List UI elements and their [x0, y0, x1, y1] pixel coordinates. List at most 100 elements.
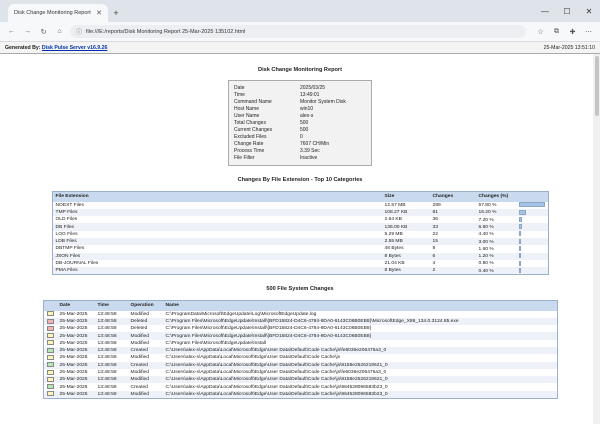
summary-key: File Filter: [234, 155, 255, 162]
tab-title: Disk Change Monitoring Report: [14, 10, 91, 16]
change-file-name: C:\Users\alex-s\AppData\Local\Microsoft\…: [162, 346, 557, 355]
percent-bar: [518, 253, 521, 259]
change-operation: Modified: [127, 390, 163, 399]
column-header[interactable]: Operation: [127, 300, 163, 311]
column-header[interactable]: Time: [94, 300, 128, 311]
product-link[interactable]: Disk Pulse Server v16.9.26: [42, 45, 107, 51]
extension-row: JSON Files 8 Bytes 6 1.20 %: [52, 252, 548, 260]
change-row[interactable]: 25-Mar-2025 13:48:58 Modified C:\Users\alex…: [43, 376, 557, 384]
maximize-icon[interactable]: ☐: [556, 0, 578, 22]
change-date: 25-Mar-2025: [59, 355, 88, 361]
operation-color-cell: [43, 346, 57, 355]
extension-percent: 16.20 %: [478, 210, 497, 216]
operation-color-cell: [43, 376, 57, 384]
extension-percent-cell: 6.60 %: [475, 223, 548, 231]
change-row[interactable]: 25-Mar-2025 13:48:58 Deleted C:\Program Fil…: [43, 325, 557, 332]
forward-icon[interactable]: →: [22, 26, 33, 37]
operation-swatch: [46, 325, 54, 331]
extension-name: TMP Files: [52, 208, 382, 217]
extension-name: DB Files: [52, 223, 382, 231]
change-row[interactable]: 25-Mar-2025 13:48:58 Created C:\Users\alex-…: [43, 383, 557, 390]
change-file-name: C:\ProgramData\Microsoft\EdgeUpdate\Log\…: [165, 311, 317, 317]
scrollbar-thumb[interactable]: [594, 56, 599, 116]
back-icon[interactable]: ←: [6, 26, 17, 37]
change-row[interactable]: 25-Mar-2025 13:48:58 Modified C:\ProgramDat…: [43, 311, 557, 318]
change-row[interactable]: 25-Mar-2025 13:48:58 Modified C:\Users\alex…: [43, 369, 557, 376]
column-header[interactable]: Changes: [429, 191, 476, 202]
file-icon: ⓘ: [76, 30, 83, 36]
change-row[interactable]: 25-Mar-2025 13:48:58 Modified C:\Program Fi…: [43, 332, 557, 340]
change-time: 13:48:58: [94, 361, 128, 369]
change-file-name: C:\Users\alex-s\AppData\Local\Microsoft\…: [165, 355, 341, 361]
change-row[interactable]: 25-Mar-2025 13:48:58 Modified C:\Users\alex…: [43, 390, 557, 399]
extension-row: LOG Files 5.29 MB 22 4.40 %: [52, 231, 548, 238]
browser-tab[interactable]: Disk Change Monitoring Report ✕: [8, 4, 108, 22]
column-header[interactable]: Changes (%): [475, 191, 548, 202]
extension-changes: 15: [429, 238, 476, 246]
extension-size: 108.27 KB: [381, 208, 430, 217]
operation-swatch: [46, 318, 54, 324]
change-operation: Deleted: [130, 326, 148, 332]
operation-swatch: [46, 311, 54, 317]
summary-key: Date: [234, 84, 245, 91]
change-row[interactable]: 25-Mar-2025 13:48:58 Deleted C:\Program Fil…: [43, 317, 557, 326]
report-header-bar: Generated By: Disk Pulse Server v16.9.26…: [0, 42, 600, 54]
navigation-bar: ← → ↻ ⌂ ⓘ file:///E:/reports/Disk Monito…: [0, 22, 600, 42]
extension-size: 5.29 MB: [384, 231, 403, 237]
change-date: 25-Mar-2025: [59, 384, 88, 390]
operation-swatch: [46, 347, 54, 353]
change-time: 13:48:58: [97, 384, 117, 390]
summary-row: Excluded Files 0: [234, 134, 366, 141]
window-controls: — ☐ ✕: [534, 0, 600, 22]
change-file-name: C:\Program Files\Microsoft\EdgeUpdate\In…: [165, 326, 372, 332]
change-row[interactable]: 25-Mar-2025 13:48:58 Modified C:\Users\alex…: [43, 354, 557, 361]
percent-bar: [518, 202, 545, 208]
column-header[interactable]: Date: [56, 300, 95, 311]
extension-percent-cell: 3.00 %: [475, 238, 548, 246]
menu-icon[interactable]: ⋯: [583, 26, 594, 37]
operation-color-cell: [43, 340, 57, 347]
home-icon[interactable]: ⌂: [54, 26, 65, 37]
change-row[interactable]: 25-Mar-2025 13:48:58 Modified C:\Program Fi…: [43, 340, 557, 347]
change-operation: Modified: [130, 370, 150, 376]
report-content: Disk Change Monitoring Report Date 2025/0…: [0, 54, 600, 424]
reload-icon[interactable]: ↻: [38, 26, 49, 37]
close-window-icon[interactable]: ✕: [578, 0, 600, 22]
percent-bar: [518, 224, 522, 230]
change-operation: Modified: [130, 311, 150, 317]
address-bar[interactable]: ⓘ file:///E:/reports/Disk Monitoring Rep…: [70, 25, 526, 38]
change-file-name: C:\Users\alex-s\AppData\Local\Microsoft\…: [162, 390, 557, 399]
minimize-icon[interactable]: —: [534, 0, 556, 22]
close-tab-icon[interactable]: ✕: [96, 9, 102, 17]
change-row[interactable]: 25-Mar-2025 13:48:58 Created C:\Users\alex-…: [43, 346, 557, 355]
summary-key: Current Changes: [234, 127, 273, 134]
changes-section-title: 500 File System Changes: [266, 286, 334, 292]
favorite-icon[interactable]: ☆: [535, 26, 546, 37]
column-header[interactable]: Name: [162, 300, 557, 311]
extension-percent: 57.80 %: [478, 203, 497, 209]
change-file-name: C:\Program Files\Microsoft\EdgeUpdate\In…: [165, 340, 267, 346]
column-header[interactable]: Size: [381, 191, 430, 202]
change-time: 13:48:58: [97, 311, 117, 317]
column-header[interactable]: File Extension: [52, 191, 382, 202]
summary-key: Command Name: [234, 98, 272, 105]
new-tab-button[interactable]: +: [108, 4, 124, 22]
change-time: 13:48:58: [97, 370, 117, 376]
percent-bar: [518, 267, 521, 273]
extension-table: File Extension Size Changes Changes (%) …: [51, 191, 549, 275]
collections-icon[interactable]: ⧉: [551, 26, 562, 37]
extensions-icon[interactable]: ✚: [567, 26, 578, 37]
change-time: 13:48:58: [94, 390, 128, 399]
operation-color-cell: [43, 332, 57, 340]
change-operation: Created: [127, 346, 163, 355]
change-row[interactable]: 25-Mar-2025 13:48:58 Created C:\Users\alex-…: [43, 361, 557, 369]
extension-name: JSON Files: [52, 252, 382, 260]
extension-percent: 7.20 %: [478, 217, 494, 223]
extension-row: DBTMP Files 48 Bytes 8 1.60 %: [52, 245, 548, 252]
summary-row: Time 13:49:01: [234, 91, 366, 98]
summary-value: win10: [300, 105, 314, 112]
browser-titlebar: Disk Change Monitoring Report ✕ + — ☐ ✕: [0, 0, 600, 22]
extension-size: 136.00 KB: [381, 223, 430, 231]
percent-bar: [518, 216, 522, 222]
vertical-scrollbar[interactable]: [593, 54, 600, 424]
